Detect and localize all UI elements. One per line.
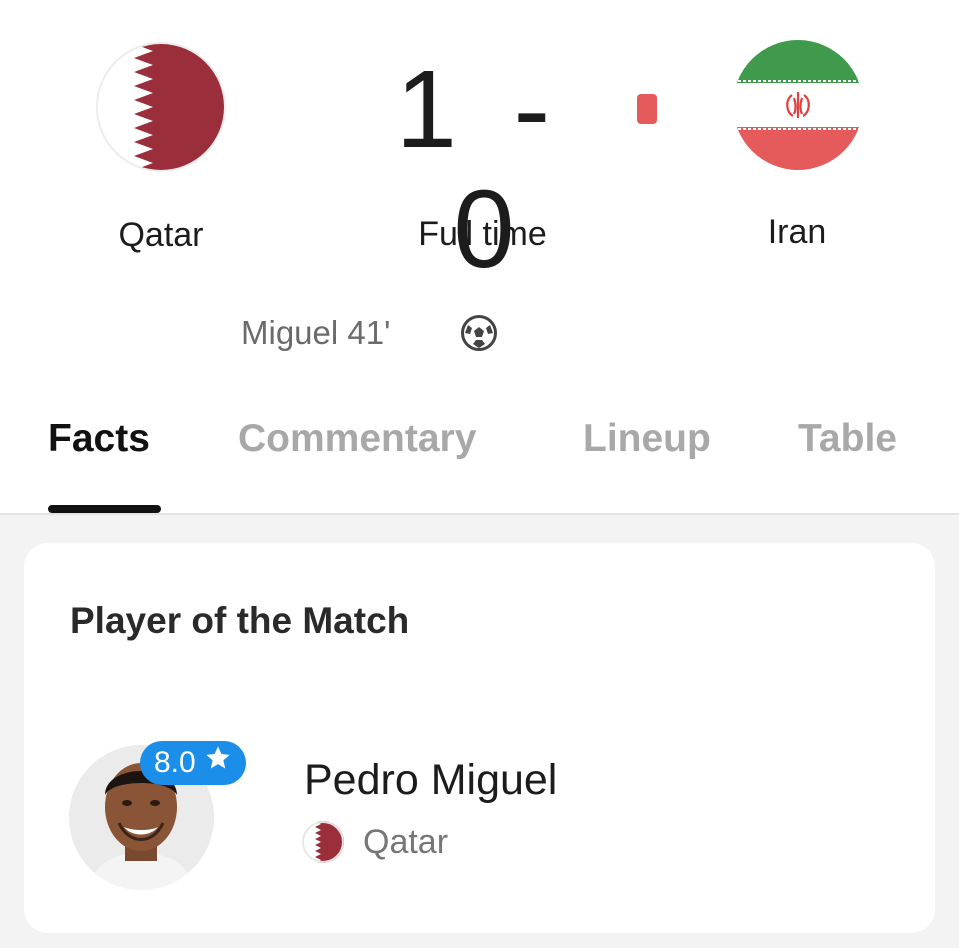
rating-value: 8.0 (154, 746, 196, 779)
score: 1 - 0 (360, 50, 610, 290)
tab-table[interactable]: Table (798, 417, 897, 461)
match-tabs: Facts Commentary Lineup Table (0, 405, 959, 515)
match-status: Full time (418, 215, 547, 253)
tab-lineup[interactable]: Lineup (583, 417, 711, 461)
home-score: 1 (395, 48, 459, 171)
away-team-flag[interactable] (733, 40, 863, 170)
live-dot-icon (637, 94, 657, 124)
player-team-flag (302, 821, 344, 863)
card-title: Player of the Match (70, 600, 410, 641)
tab-facts[interactable]: Facts (48, 417, 150, 461)
soccer-ball-icon (460, 314, 498, 352)
tab-commentary[interactable]: Commentary (238, 417, 476, 461)
away-team-name[interactable]: Iran (677, 213, 917, 252)
star-icon (204, 741, 232, 785)
match-header: Qatar 1 - 0 Full time Iran Miguel 41' Fa… (0, 0, 959, 515)
player-rating-badge: 8.0 (140, 741, 246, 785)
home-team-name[interactable]: Qatar (41, 216, 281, 255)
home-team-flag[interactable] (96, 42, 226, 172)
player-name[interactable]: Pedro Miguel (304, 756, 557, 805)
active-tab-indicator (48, 505, 161, 513)
score-separator: - (513, 48, 553, 171)
player-of-match-card[interactable]: Player of the Match 8.0 Pedro Miguel Qat… (24, 543, 935, 933)
player-team-name: Qatar (363, 823, 449, 861)
facts-content: Player of the Match 8.0 Pedro Miguel Qat… (0, 515, 959, 948)
goal-scorer: Miguel 41' (241, 314, 391, 351)
